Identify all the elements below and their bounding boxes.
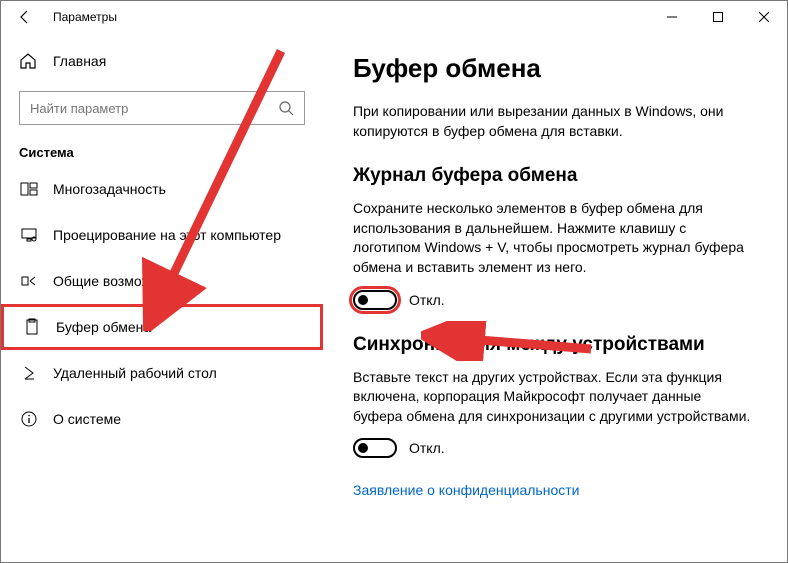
intro-text: При копировании или вырезании данных в W… bbox=[353, 102, 753, 141]
window-title: Параметры bbox=[53, 10, 117, 24]
clipboard-icon bbox=[22, 317, 42, 337]
sidebar-item-remote-desktop[interactable]: Удаленный рабочий стол bbox=[1, 350, 323, 396]
multitasking-icon bbox=[19, 179, 39, 199]
history-toggle-label: Откл. bbox=[409, 292, 445, 308]
content-panel: Буфер обмена При копировании или вырезан… bbox=[323, 33, 787, 562]
section-sync-title: Синхронизация между устройствами bbox=[353, 334, 753, 356]
nav-list: Многозадачность Проецирование на этот ко… bbox=[1, 166, 323, 442]
info-icon bbox=[19, 409, 39, 429]
shared-icon bbox=[19, 271, 39, 291]
section-history-desc: Сохраните несколько элементов в буфер об… bbox=[353, 199, 753, 277]
sidebar: Главная Система Многозадачность bbox=[1, 33, 323, 562]
sidebar-item-label: Многозадачность bbox=[53, 181, 166, 197]
sync-toggle-label: Откл. bbox=[409, 440, 445, 456]
sidebar-item-projecting[interactable]: Проецирование на этот компьютер bbox=[1, 212, 323, 258]
sidebar-item-about[interactable]: О системе bbox=[1, 396, 323, 442]
history-toggle-row: Откл. bbox=[353, 290, 753, 310]
section-sync-desc: Вставьте текст на других устройствах. Ес… bbox=[353, 368, 753, 427]
titlebar: Параметры bbox=[1, 1, 787, 33]
sidebar-item-label: О системе bbox=[53, 411, 121, 427]
page-title: Буфер обмена bbox=[353, 53, 753, 84]
settings-window: Параметры Главная bbox=[0, 0, 788, 563]
minimize-button[interactable] bbox=[649, 1, 695, 33]
home-icon bbox=[19, 52, 37, 70]
sidebar-item-label: Проецирование на этот компьютер bbox=[53, 227, 281, 243]
sync-toggle[interactable] bbox=[353, 438, 397, 458]
close-button[interactable] bbox=[741, 1, 787, 33]
sync-toggle-row: Откл. bbox=[353, 438, 753, 458]
remote-desktop-icon bbox=[19, 363, 39, 383]
search-box[interactable] bbox=[19, 91, 305, 125]
window-controls bbox=[649, 1, 787, 33]
maximize-button[interactable] bbox=[695, 1, 741, 33]
section-history-title: Журнал буфера обмена bbox=[353, 165, 753, 187]
home-button[interactable]: Главная bbox=[1, 41, 323, 81]
body: Главная Система Многозадачность bbox=[1, 33, 787, 562]
home-label: Главная bbox=[53, 53, 106, 69]
sidebar-item-label: Удаленный рабочий стол bbox=[53, 365, 217, 381]
privacy-link[interactable]: Заявление о конфиденциальности bbox=[353, 482, 753, 498]
sidebar-item-shared[interactable]: Общие возможности bbox=[1, 258, 323, 304]
sidebar-item-multitasking[interactable]: Многозадачность bbox=[1, 166, 323, 212]
search-icon bbox=[278, 100, 294, 116]
search-input[interactable] bbox=[30, 101, 278, 116]
sidebar-item-label: Общие возможности bbox=[53, 273, 188, 289]
group-label: Система bbox=[1, 137, 323, 166]
history-toggle[interactable] bbox=[353, 290, 397, 310]
back-button[interactable] bbox=[15, 7, 35, 27]
sidebar-item-clipboard[interactable]: Буфер обмена bbox=[1, 304, 323, 350]
sidebar-item-label: Буфер обмена bbox=[56, 319, 151, 335]
projecting-icon bbox=[19, 225, 39, 245]
